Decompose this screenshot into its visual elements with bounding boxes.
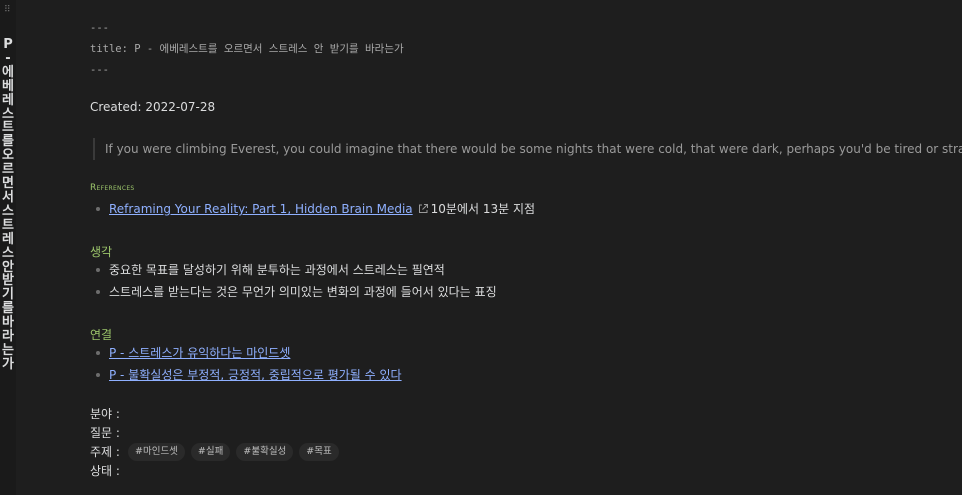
list-item: P - 스트레스가 유익하다는 마인드셋 (96, 343, 290, 363)
internal-link[interactable]: P - 불확실성은 부정적, 긍정적, 중립적으로 평가될 수 있다 (109, 368, 402, 382)
reference-suffix: 10분에서 13분 지점 (430, 202, 536, 216)
tag-list: #마인드셋 #실패 #불확실성 #목표 (128, 443, 339, 461)
status-label: 상태 : (90, 464, 120, 478)
drag-handle-icon[interactable]: ⠿ (4, 6, 12, 20)
field-label: 분야 : (90, 407, 120, 421)
reference-link[interactable]: Reframing Your Reality: Part 1, Hidden B… (109, 202, 413, 216)
blockquote: If you were climbing Everest, you could … (93, 138, 962, 160)
quote-text: If you were climbing Everest, you could … (105, 142, 962, 156)
vertical-note-title[interactable]: P - 에베레스트를 오르면서 스트레스 안 받기를 바라는가 (1, 38, 15, 372)
list-item: 스트레스를 받는다는 것은 무언가 의미있는 변화의 과정에 들어서 있다는 표… (96, 282, 497, 302)
connections-heading: 연결 (90, 328, 113, 342)
frontmatter-open: --- (90, 22, 109, 34)
created-date: Created: 2022-07-28 (90, 100, 216, 114)
list-item: Reframing Your Reality: Part 1, Hidden B… (96, 199, 535, 219)
tag-pill[interactable]: #불확실성 (236, 443, 294, 461)
frontmatter-close: --- (90, 64, 109, 76)
bullet-dot (96, 289, 100, 294)
bullet-dot (96, 267, 100, 272)
tag-pill[interactable]: #목표 (299, 443, 339, 461)
bullet-dot (96, 206, 100, 211)
thought-text: 중요한 목표를 달성하기 위해 분투하는 과정에서 스트레스는 필연적 (109, 263, 445, 277)
references-heading: References (90, 183, 135, 193)
list-item: P - 불확실성은 부정적, 긍정적, 중립적으로 평가될 수 있다 (96, 365, 402, 385)
bullet-dot (96, 350, 100, 355)
question-label: 질문 : (90, 426, 120, 440)
frontmatter-title: title: P - 에베레스트를 오르면서 스트레스 안 받기를 바라는가 (90, 43, 404, 55)
internal-link[interactable]: P - 스트레스가 유익하다는 마인드셋 (109, 346, 290, 360)
list-item: 중요한 목표를 달성하기 위해 분투하는 과정에서 스트레스는 필연적 (96, 260, 445, 280)
bullet-dot (96, 372, 100, 377)
external-link-icon[interactable] (417, 203, 429, 215)
topic-label: 주제 : (90, 445, 120, 459)
thoughts-heading: 생각 (90, 245, 113, 259)
thought-text: 스트레스를 받는다는 것은 무언가 의미있는 변화의 과정에 들어서 있다는 표… (109, 285, 497, 299)
tag-pill[interactable]: #실패 (190, 443, 231, 461)
tag-pill[interactable]: #마인드셋 (128, 443, 185, 461)
note-spine: ⠿ P - 에베레스트를 오르면서 스트레스 안 받기를 바라는가 (0, 0, 16, 495)
